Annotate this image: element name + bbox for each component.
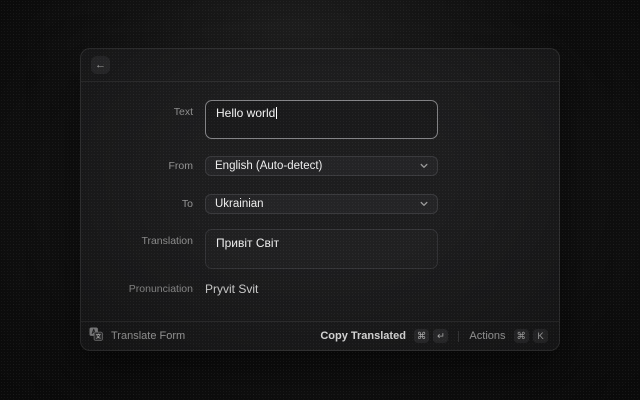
k-keycap: K xyxy=(533,329,548,343)
back-button[interactable]: ← xyxy=(91,56,110,74)
from-field-row: From English (Auto-detect) xyxy=(81,156,559,176)
enter-key-glyph: ↵ xyxy=(437,331,445,342)
to-field-row: To Ukrainian xyxy=(81,194,559,214)
from-select[interactable]: English (Auto-detect) xyxy=(205,156,438,176)
translation-textarea[interactable]: Привіт Світ xyxy=(205,229,438,269)
window-header: ← xyxy=(81,49,559,82)
text-field-row: Text Hello world xyxy=(81,100,559,139)
translate-form-window: ← Text Hello world From English (Auto-de… xyxy=(80,48,560,351)
text-field-label: Text xyxy=(81,100,193,119)
to-select-value: Ukrainian xyxy=(215,198,264,210)
chevron-down-icon xyxy=(420,163,428,169)
text-input[interactable]: Hello world xyxy=(205,100,438,139)
footer-actions: Copy Translated ⌘ ↵ Actions ⌘ K xyxy=(320,329,548,343)
k-key-glyph: K xyxy=(537,331,543,342)
translate-icon xyxy=(89,327,103,346)
pronunciation-value: Pryvit Svit xyxy=(205,283,438,296)
pronunciation-label: Pronunciation xyxy=(81,283,193,296)
cmd-key-glyph: ⌘ xyxy=(417,331,427,342)
window-footer: Translate Form Copy Translated ⌘ ↵ Actio… xyxy=(81,321,559,350)
to-select[interactable]: Ukrainian xyxy=(205,194,438,214)
from-field-label: From xyxy=(81,156,193,176)
translate-form: Text Hello world From English (Auto-dete… xyxy=(81,82,559,321)
pronunciation-row: Pronunciation Pryvit Svit xyxy=(81,283,559,296)
back-arrow-icon: ← xyxy=(95,60,106,71)
footer-divider xyxy=(458,331,459,342)
footer-app-name: Translate Form xyxy=(111,330,185,342)
text-caret xyxy=(276,107,277,119)
from-select-value: English (Auto-detect) xyxy=(215,160,322,172)
cmd-keycap: ⌘ xyxy=(514,329,530,343)
cmd-keycap: ⌘ xyxy=(414,329,430,343)
chevron-down-icon xyxy=(420,201,428,207)
cmd-key-glyph: ⌘ xyxy=(517,331,527,342)
translation-value: Привіт Світ xyxy=(216,236,279,250)
footer-app-info: Translate Form xyxy=(89,327,185,346)
to-field-label: To xyxy=(81,194,193,214)
copy-translated-button[interactable]: Copy Translated xyxy=(320,330,406,342)
actions-menu-button[interactable]: Actions xyxy=(469,330,505,342)
text-input-value: Hello world xyxy=(216,106,275,120)
translation-field-label: Translation xyxy=(81,229,193,248)
translation-field-row: Translation Привіт Світ xyxy=(81,229,559,269)
enter-keycap: ↵ xyxy=(433,329,448,343)
